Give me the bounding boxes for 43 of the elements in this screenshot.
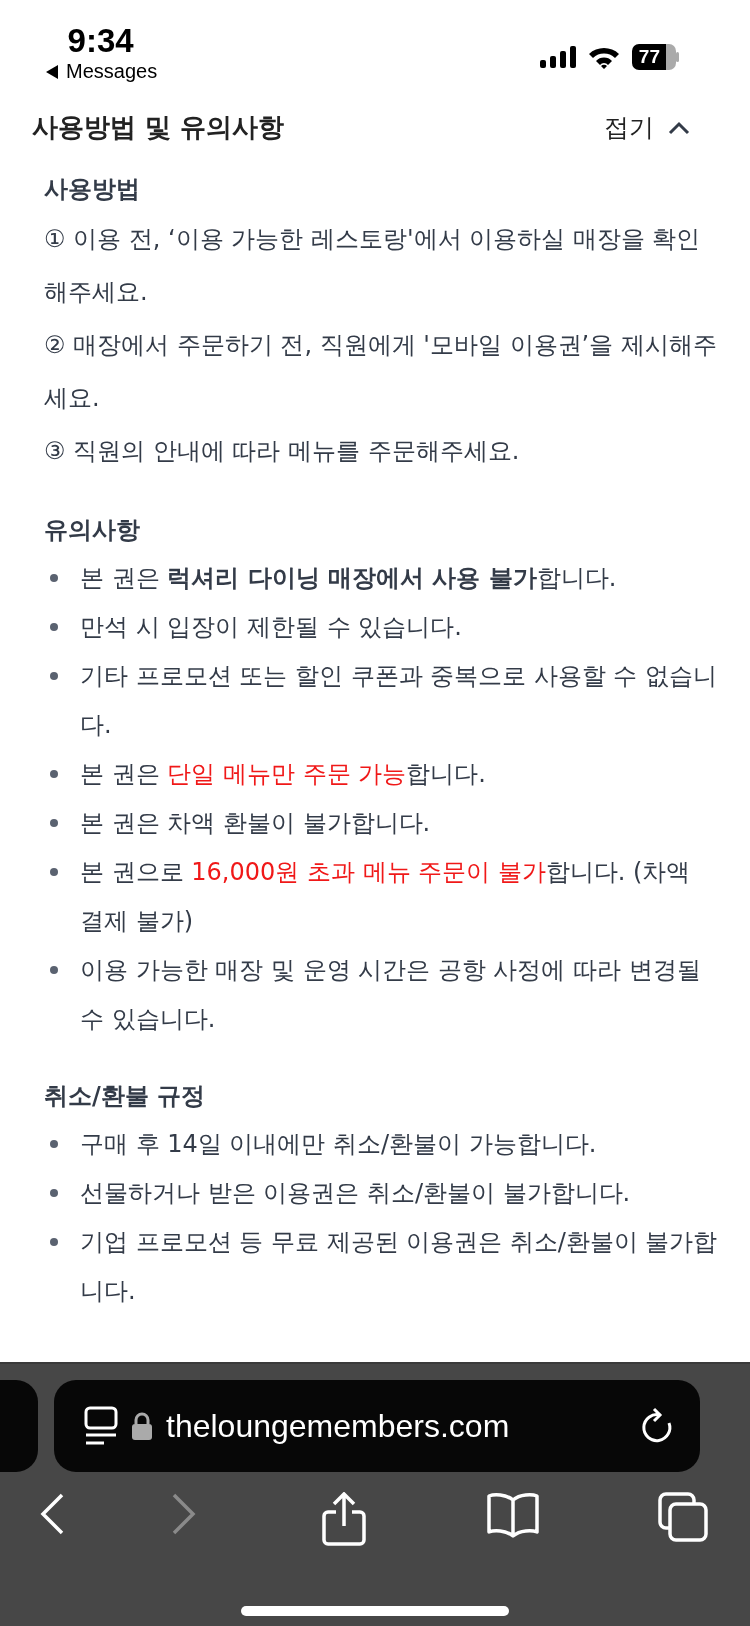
bullet-text: 기타 프로모션 또는 할인 쿠폰과 중복으로 사용할 수 없습니다. xyxy=(80,661,719,741)
back-triangle-icon[interactable] xyxy=(44,63,60,80)
step-text: ② 매장에서 주문하기 전, 직원에게 '모바일 이용권’을 제시해주세요. xyxy=(44,330,718,414)
signal-icon xyxy=(539,46,576,68)
address-bar[interactable]: theloungemembers.com xyxy=(54,1380,700,1472)
bullet-text: 본 권은 럭셔리 다이닝 매장에서 사용 불가합니다. xyxy=(80,563,617,594)
section-heading: 사용방법 및 유의사항 xyxy=(32,111,285,144)
bullet-icon xyxy=(50,623,58,631)
bullet-icon xyxy=(50,770,58,778)
share-icon[interactable] xyxy=(322,1492,366,1546)
back-to-app-link[interactable]: Messages xyxy=(66,60,158,83)
bullet-text: 본 권으로 16,000원 초과 메뉴 주문이 불가합니다. (차액 결제 불가) xyxy=(80,857,692,937)
bullet-icon xyxy=(50,1140,58,1148)
bullet-icon xyxy=(50,1238,58,1246)
bullet-icon xyxy=(50,819,58,827)
subsection-title: 유의사항 xyxy=(44,515,141,546)
bullet-icon xyxy=(50,1189,58,1197)
bullet-text: 본 권은 단일 메뉴만 주문 가능합니다. xyxy=(80,759,486,790)
step-text: ③ 직원의 안내에 따라 메뉴를 주문해주세요. xyxy=(44,436,520,467)
lock-icon xyxy=(132,1412,152,1440)
bullet-text: 본 권은 차액 환불이 불가합니다. xyxy=(80,808,431,839)
battery-indicator: 77 xyxy=(631,44,680,70)
wifi-icon xyxy=(587,45,620,69)
step-text: ① 이용 전, ‘이용 가능한 레스토랑'에서 이용하실 매장을 확인해주세요. xyxy=(44,224,702,308)
bullet-icon xyxy=(50,574,58,582)
url-text: theloungemembers.com xyxy=(166,1407,511,1445)
reload-icon[interactable] xyxy=(640,1407,674,1445)
bullet-icon xyxy=(50,966,58,974)
collapse-toggle[interactable]: 접기 xyxy=(604,111,690,144)
bullet-text: 이용 가능한 매장 및 운영 시간은 공항 사정에 따라 변경될 수 있습니다. xyxy=(80,955,702,1035)
bullet-icon xyxy=(50,868,58,876)
chevron-icon xyxy=(668,120,690,135)
tabs-icon[interactable] xyxy=(658,1492,708,1542)
bullet-icon xyxy=(50,672,58,680)
reader-icon[interactable] xyxy=(84,1406,118,1446)
status-time: 9:34 xyxy=(67,22,134,60)
subsection-title: 취소/환불 규정 xyxy=(44,1081,207,1112)
bullet-text: 구매 후 14일 이내에만 취소/환불이 가능합니다. xyxy=(80,1129,597,1160)
bullet-text: 선물하거나 받은 이용권은 취소/환불이 불가합니다. xyxy=(80,1178,631,1209)
bullet-text: 기업 프로모션 등 무료 제공된 이용권은 취소/환불이 불가합니다. xyxy=(80,1227,719,1307)
subsection-title: 사용방법 xyxy=(44,174,141,205)
bullet-text: 만석 시 입장이 제한될 수 있습니다. xyxy=(80,612,462,643)
book-icon[interactable] xyxy=(486,1492,540,1538)
